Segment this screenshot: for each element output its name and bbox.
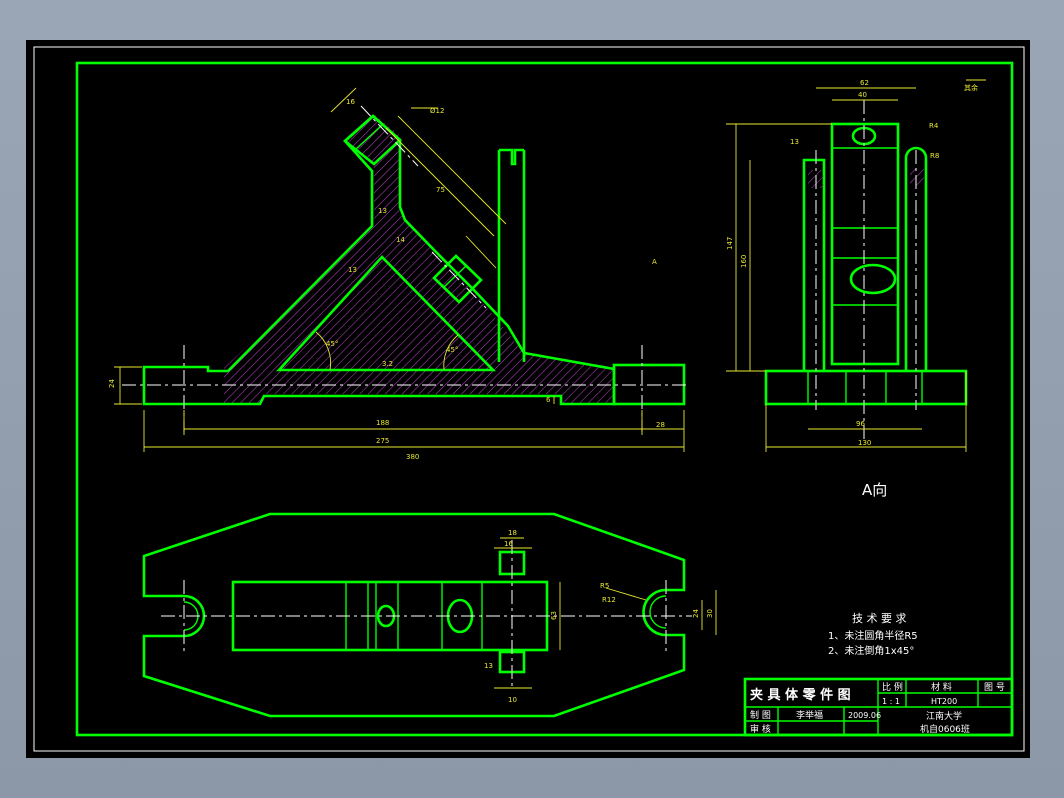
svg-text:6: 6 bbox=[546, 396, 551, 404]
svg-text:63: 63 bbox=[550, 611, 558, 620]
drawing-no-label: 图 号 bbox=[984, 682, 1005, 693]
material-value: HT200 bbox=[931, 697, 957, 706]
svg-text:R4: R4 bbox=[929, 122, 939, 130]
svg-text:R8: R8 bbox=[930, 152, 939, 160]
svg-text:Ø12: Ø12 bbox=[430, 107, 444, 115]
svg-text:40: 40 bbox=[858, 91, 867, 99]
svg-text:380: 380 bbox=[406, 453, 419, 461]
svg-text:10: 10 bbox=[508, 696, 517, 704]
svg-text:24: 24 bbox=[692, 609, 700, 618]
tech-req-item: 2、未注倒角1x45° bbox=[828, 644, 914, 657]
svg-text:13: 13 bbox=[348, 266, 357, 274]
material-label: 材 料 bbox=[931, 681, 952, 693]
svg-text:16: 16 bbox=[504, 540, 513, 548]
drafter-label: 制 图 bbox=[750, 709, 771, 721]
drafter-name: 李举福 bbox=[796, 709, 823, 721]
date: 2009.06 bbox=[848, 711, 881, 720]
svg-text:30: 30 bbox=[706, 609, 714, 618]
svg-text:275: 275 bbox=[376, 437, 389, 445]
svg-text:45°: 45° bbox=[446, 346, 458, 354]
drawing-sheet: 188 275 380 28 24 13 13 14 45° 45° 75 Ø1… bbox=[26, 40, 1030, 758]
svg-text:28: 28 bbox=[656, 421, 665, 429]
tech-req-item: 1、未注圆角半径R5 bbox=[828, 629, 918, 642]
class: 机自0606班 bbox=[920, 723, 970, 735]
drawing-name: 夹 具 体 零 件 图 bbox=[750, 687, 851, 703]
svg-text:147: 147 bbox=[726, 237, 734, 250]
svg-text:75: 75 bbox=[436, 186, 445, 194]
view-a-label: A向 bbox=[862, 481, 887, 499]
scale-label: 比 例 bbox=[882, 681, 903, 693]
svg-text:其余: 其余 bbox=[964, 83, 978, 92]
front-view: 188 275 380 28 24 13 13 14 45° 45° 75 Ø1… bbox=[108, 87, 686, 461]
svg-text:96: 96 bbox=[856, 420, 865, 428]
svg-text:45°: 45° bbox=[326, 340, 338, 348]
tech-req-heading: 技 术 要 求 bbox=[852, 612, 907, 625]
svg-text:188: 188 bbox=[376, 419, 389, 427]
svg-text:3.2: 3.2 bbox=[382, 360, 393, 368]
technical-requirements: 技 术 要 求 1、未注圆角半径R5 2、未注倒角1x45° bbox=[828, 612, 918, 657]
svg-text:14: 14 bbox=[396, 236, 405, 244]
svg-text:62: 62 bbox=[860, 79, 869, 87]
svg-text:R12: R12 bbox=[602, 596, 616, 604]
svg-text:160: 160 bbox=[740, 255, 748, 268]
svg-text:16: 16 bbox=[346, 98, 355, 106]
svg-text:A: A bbox=[652, 258, 657, 266]
title-block: 夹 具 体 零 件 图 比 例 1 : 1 材 料 HT200 图 号 制 图 … bbox=[743, 677, 1014, 737]
cad-drawing: 188 275 380 28 24 13 13 14 45° 45° 75 Ø1… bbox=[33, 46, 1025, 752]
svg-text:24: 24 bbox=[108, 379, 116, 388]
top-view: 18 16 10 63 R5 R12 30 24 13 bbox=[142, 512, 717, 718]
svg-text:R5: R5 bbox=[600, 582, 609, 590]
school: 江南大学 bbox=[926, 710, 962, 722]
svg-text:130: 130 bbox=[858, 439, 871, 447]
checker-label: 审 核 bbox=[750, 723, 771, 735]
svg-text:13: 13 bbox=[790, 138, 799, 146]
svg-text:13: 13 bbox=[484, 662, 493, 670]
svg-text:18: 18 bbox=[508, 529, 517, 537]
side-view: 62 40 96 130 147 160 13 R4 R8 其余 A向 bbox=[726, 79, 986, 499]
svg-text:13: 13 bbox=[378, 207, 387, 215]
scale-value: 1 : 1 bbox=[882, 697, 900, 706]
